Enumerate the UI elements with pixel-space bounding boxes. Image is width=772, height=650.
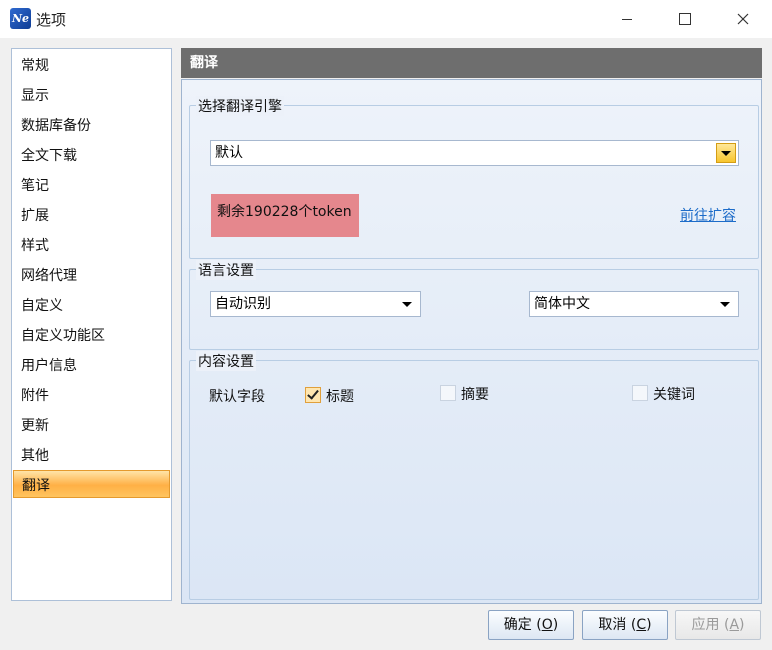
nav-item-network-proxy[interactable]: 网络代理 (13, 261, 170, 289)
engine-select[interactable]: 默认 (210, 140, 739, 166)
keywords-checkbox[interactable] (632, 385, 648, 401)
options-nav-list: 常规 显示 数据库备份 全文下载 笔记 扩展 样式 网络代理 自定义 自定义功能… (11, 48, 172, 601)
apply-button-accesskey: A (729, 617, 740, 633)
title-checkbox-label[interactable]: 标题 (326, 386, 354, 406)
engine-select-value: 默认 (215, 145, 243, 161)
nav-item-fulltext-download[interactable]: 全文下载 (13, 141, 170, 169)
expand-quota-link[interactable]: 前往扩容 (680, 205, 736, 225)
close-icon (737, 13, 749, 25)
content-group: 内容设置 默认字段 标题 摘要 关键词 (189, 351, 759, 600)
close-button[interactable] (714, 0, 772, 38)
keywords-checkbox-label[interactable]: 关键词 (653, 384, 695, 404)
window-title: 选项 (36, 11, 67, 29)
nav-item-display[interactable]: 显示 (13, 81, 170, 109)
apply-button-paren: ) (739, 617, 745, 633)
engine-dropdown-button[interactable] (716, 143, 736, 163)
apply-button-label: 应用 ( (691, 617, 730, 633)
chevron-down-icon (720, 302, 730, 307)
nav-item-extensions[interactable]: 扩展 (13, 201, 170, 229)
source-language-select[interactable]: 自动识别 (210, 291, 421, 317)
cancel-button[interactable]: 取消 (C) (582, 610, 668, 640)
minimize-button[interactable] (598, 0, 656, 38)
language-group: 语言设置 自动识别 简体中文 (189, 260, 759, 350)
translation-settings-panel: 选择翻译引擎 默认 剩余190228个token 前往扩容 语言设置 自动识别 … (181, 79, 762, 604)
target-language-value: 简体中文 (534, 296, 590, 312)
nav-item-styles[interactable]: 样式 (13, 231, 170, 259)
nav-item-database-backup[interactable]: 数据库备份 (13, 111, 170, 139)
language-group-title: 语言设置 (196, 260, 256, 280)
nav-item-notes[interactable]: 笔记 (13, 171, 170, 199)
ok-button[interactable]: 确定 (O) (488, 610, 574, 640)
nav-item-translation[interactable]: 翻译 (13, 470, 170, 498)
nav-item-general[interactable]: 常规 (13, 51, 170, 79)
checkmark-icon (307, 387, 319, 400)
engine-group-title: 选择翻译引擎 (196, 96, 284, 116)
nav-item-updates[interactable]: 更新 (13, 411, 170, 439)
target-language-select[interactable]: 简体中文 (529, 291, 739, 317)
apply-button[interactable]: 应用 (A) (675, 610, 761, 640)
nav-item-customize[interactable]: 自定义 (13, 291, 170, 319)
nav-item-custom-ribbon[interactable]: 自定义功能区 (13, 321, 170, 349)
abstract-checkbox[interactable] (440, 385, 456, 401)
chevron-down-icon (402, 302, 412, 307)
source-language-value: 自动识别 (215, 296, 271, 312)
cancel-button-paren: ) (646, 617, 652, 633)
ok-button-accesskey: O (541, 617, 553, 633)
ok-button-label: 确定 ( (503, 617, 542, 633)
chevron-down-icon (721, 150, 731, 156)
panel-header: 翻译 (181, 48, 762, 78)
title-checkbox[interactable] (305, 387, 321, 403)
cancel-button-accesskey: C (636, 617, 647, 633)
nav-item-other[interactable]: 其他 (13, 441, 170, 469)
token-balance: 剩余190228个token (211, 194, 359, 237)
app-logo-icon: Ne (10, 8, 31, 29)
default-fields-label: 默认字段 (209, 389, 265, 405)
ok-button-paren: ) (552, 617, 559, 633)
cancel-button-label: 取消 ( (598, 617, 637, 633)
minimize-icon (622, 19, 632, 20)
maximize-button[interactable] (656, 0, 714, 38)
engine-group: 选择翻译引擎 默认 剩余190228个token 前往扩容 (189, 96, 759, 259)
abstract-checkbox-label[interactable]: 摘要 (461, 384, 489, 404)
maximize-icon (679, 13, 691, 25)
nav-item-user-info[interactable]: 用户信息 (13, 351, 170, 379)
title-bar: Ne 选项 (0, 0, 772, 38)
nav-item-attachments[interactable]: 附件 (13, 381, 170, 409)
content-group-title: 内容设置 (196, 351, 256, 371)
